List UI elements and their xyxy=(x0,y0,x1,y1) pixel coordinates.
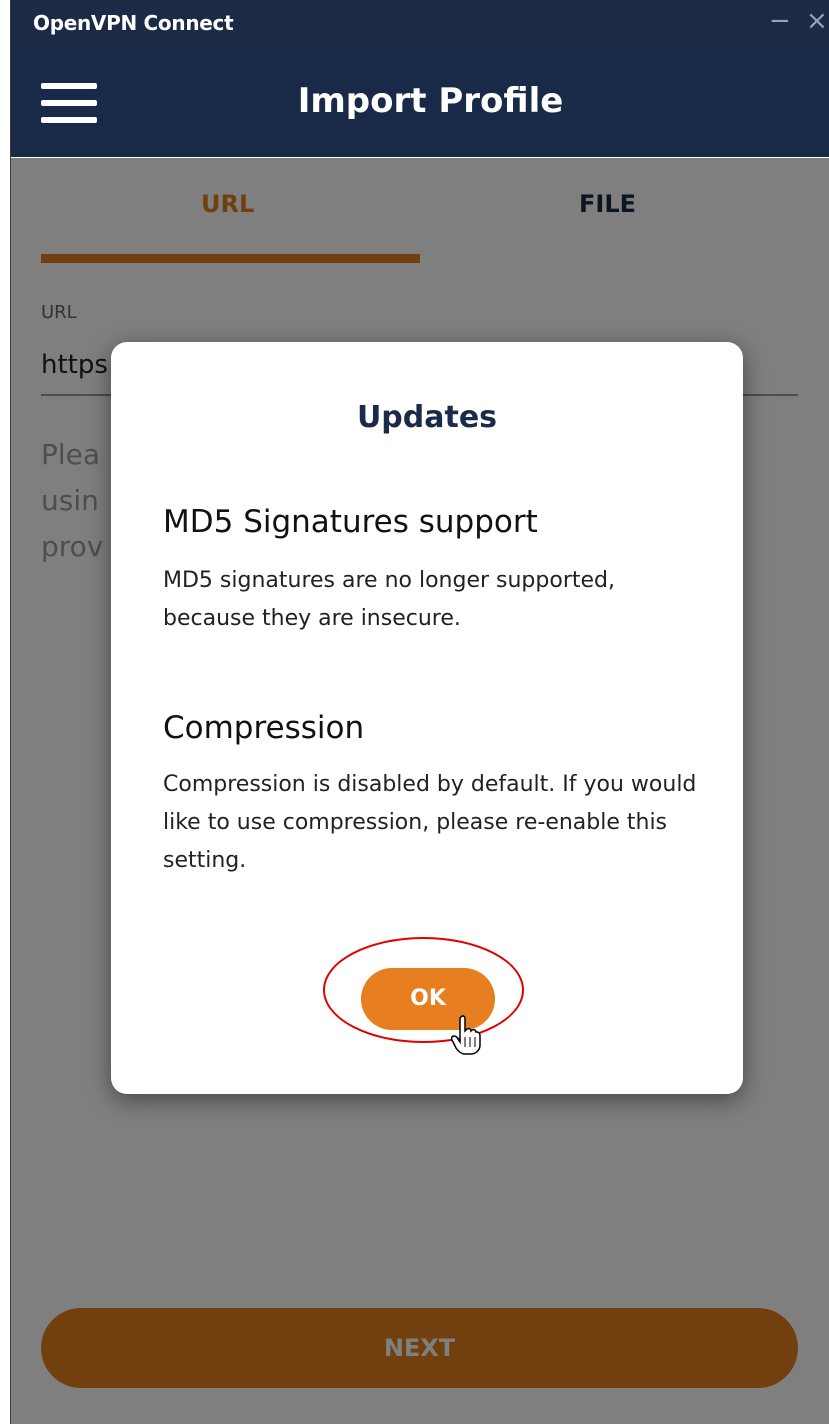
close-button[interactable]: × xyxy=(806,6,828,36)
dialog-title: Updates xyxy=(356,400,498,435)
compression-section-body: Compression is disabled by default. If y… xyxy=(163,772,697,873)
page-title: Import Profile xyxy=(297,81,564,121)
compression-section-heading: Compression xyxy=(163,710,365,746)
red-highlight-ring xyxy=(323,937,524,1043)
md5-section-heading: MD5 Signatures support xyxy=(163,504,538,540)
app-header: Import Profile xyxy=(11,47,829,157)
openvpn-app-window: OpenVPN Connect − × Import Profile URL F… xyxy=(10,0,829,1424)
title-bar: OpenVPN Connect − × xyxy=(11,0,829,47)
md5-section-body: MD5 signatures are no longer supported, … xyxy=(163,568,615,631)
minimize-button[interactable]: − xyxy=(769,6,791,36)
window-title: OpenVPN Connect xyxy=(33,11,234,35)
hand-cursor-icon xyxy=(451,1015,481,1055)
